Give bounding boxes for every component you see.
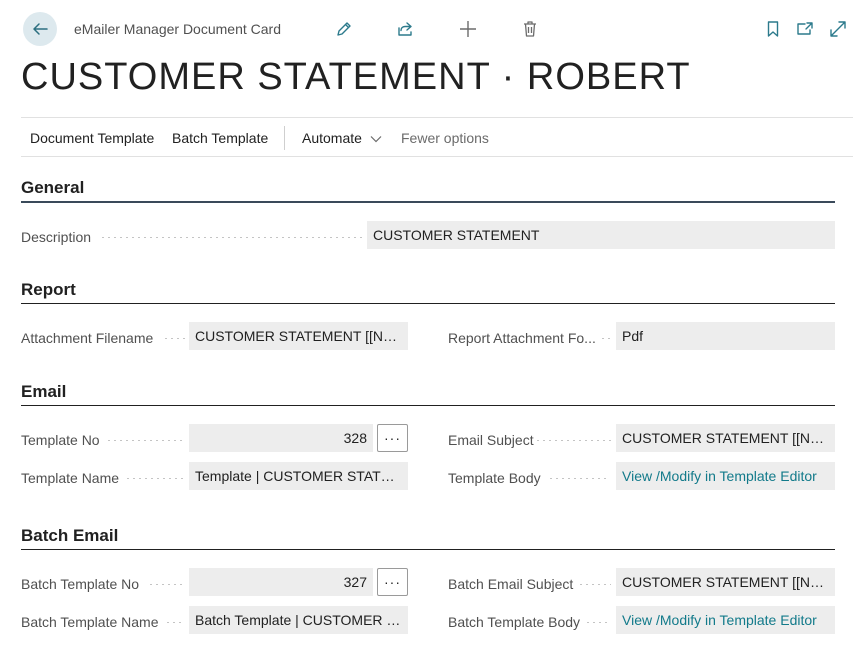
back-button[interactable]: [23, 12, 57, 46]
card-type-label: eMailer Manager Document Card: [74, 21, 281, 37]
description-value: CUSTOMER STATEMENT: [373, 227, 540, 243]
batch-email-subject-label: Batch Email Subject: [448, 576, 574, 592]
template-name-field[interactable]: Template | CUSTOMER STATEME...: [189, 462, 408, 490]
description-leader: [100, 237, 362, 238]
batch-template-action[interactable]: Batch Template: [172, 130, 268, 146]
batch-template-body-leader: [585, 622, 611, 623]
report-attachment-format-value: Pdf: [622, 328, 644, 344]
description-field[interactable]: CUSTOMER STATEMENT: [367, 221, 835, 249]
bookmark-icon: [767, 21, 779, 37]
batch-template-body-label: Batch Template Body: [448, 614, 581, 630]
batch-template-name-label: Batch Template Name: [21, 614, 159, 630]
expand-icon: [830, 21, 846, 37]
open-new-window-icon: [797, 22, 813, 35]
share-icon: [398, 22, 412, 36]
share-button[interactable]: [396, 20, 414, 38]
fewer-options-action[interactable]: Fewer options: [401, 130, 489, 146]
template-name-label: Template Name: [21, 470, 120, 486]
batch-email-section-title[interactable]: Batch Email: [21, 526, 118, 546]
template-name-value: Template | CUSTOMER STATEME...: [195, 468, 402, 484]
edit-icon: [337, 22, 351, 36]
batch-template-name-leader: [165, 622, 185, 623]
description-label: Description: [21, 229, 92, 245]
email-subject-leader: [535, 440, 611, 441]
email-section-rule: [21, 405, 835, 406]
batch-email-subject-value: CUSTOMER STATEMENT [[No.]]: [622, 574, 829, 590]
template-no-value: 328: [343, 430, 367, 446]
batch-template-no-field[interactable]: 327: [189, 568, 373, 596]
template-name-leader: [125, 478, 185, 479]
delete-button[interactable]: [521, 20, 539, 38]
document-template-action[interactable]: Document Template: [30, 130, 154, 146]
page-title: CUSTOMER STATEMENT · ROBERT: [21, 56, 691, 98]
report-section-title[interactable]: Report: [21, 280, 76, 300]
batch-template-name-field[interactable]: Batch Template | CUSTOMER ST...: [189, 606, 408, 634]
batch-template-body-link[interactable]: View /Modify in Template Editor: [622, 612, 829, 628]
automate-label: Automate: [302, 130, 362, 146]
chevron-down-icon: [370, 136, 382, 143]
delete-icon: [524, 21, 536, 37]
report-attachment-format-leader: [600, 338, 610, 339]
attachment-filename-leader: [163, 338, 185, 339]
template-no-lookup-button[interactable]: ···: [377, 424, 408, 452]
batch-email-subject-field[interactable]: CUSTOMER STATEMENT [[No.]]: [616, 568, 835, 596]
batch-template-no-lookup-button[interactable]: ···: [377, 568, 408, 596]
template-body-field[interactable]: View /Modify in Template Editor: [616, 462, 835, 490]
back-arrow-icon: [33, 23, 48, 35]
attachment-filename-label: Attachment Filename: [21, 330, 154, 346]
report-attachment-format-label: Report Attachment Fo...: [448, 330, 596, 346]
action-separator: [284, 126, 285, 150]
template-no-field[interactable]: 328: [189, 424, 373, 452]
email-subject-field[interactable]: CUSTOMER STATEMENT [[No.]]: [616, 424, 835, 452]
action-bar: Document Template Batch Template Automat…: [21, 117, 853, 157]
email-section-title[interactable]: Email: [21, 382, 66, 402]
email-subject-value: CUSTOMER STATEMENT [[No.]]: [622, 430, 829, 446]
batch-email-subject-leader: [578, 584, 611, 585]
attachment-filename-value: CUSTOMER STATEMENT [[No.]]: [195, 328, 402, 344]
batch-template-body-field[interactable]: View /Modify in Template Editor: [616, 606, 835, 634]
add-icon: [460, 21, 476, 37]
batch-template-name-value: Batch Template | CUSTOMER ST...: [195, 612, 402, 628]
attachment-filename-field[interactable]: CUSTOMER STATEMENT [[No.]]: [189, 322, 408, 350]
batch-template-no-value: 327: [343, 574, 367, 590]
automate-menu[interactable]: Automate: [302, 130, 382, 146]
report-attachment-format-field[interactable]: Pdf: [616, 322, 835, 350]
batch-template-no-label: Batch Template No: [21, 576, 140, 592]
batch-template-no-leader: [148, 584, 184, 585]
email-subject-label: Email Subject: [448, 432, 534, 448]
bookmark-button[interactable]: [764, 20, 782, 38]
edit-button[interactable]: [335, 20, 353, 38]
template-body-link[interactable]: View /Modify in Template Editor: [622, 468, 829, 484]
general-section-rule: [21, 201, 835, 203]
document-card-page: eMailer Manager Document Card CUSTOMER S…: [0, 0, 862, 659]
general-section-title[interactable]: General: [21, 178, 84, 198]
template-body-leader: [548, 478, 610, 479]
template-body-label: Template Body: [448, 470, 541, 486]
new-button[interactable]: [459, 20, 477, 38]
template-no-label: Template No: [21, 432, 100, 448]
expand-button[interactable]: [829, 20, 847, 38]
template-no-leader: [106, 440, 184, 441]
open-new-window-button[interactable]: [796, 20, 814, 38]
batch-email-section-rule: [21, 549, 835, 550]
report-section-rule: [21, 303, 835, 304]
